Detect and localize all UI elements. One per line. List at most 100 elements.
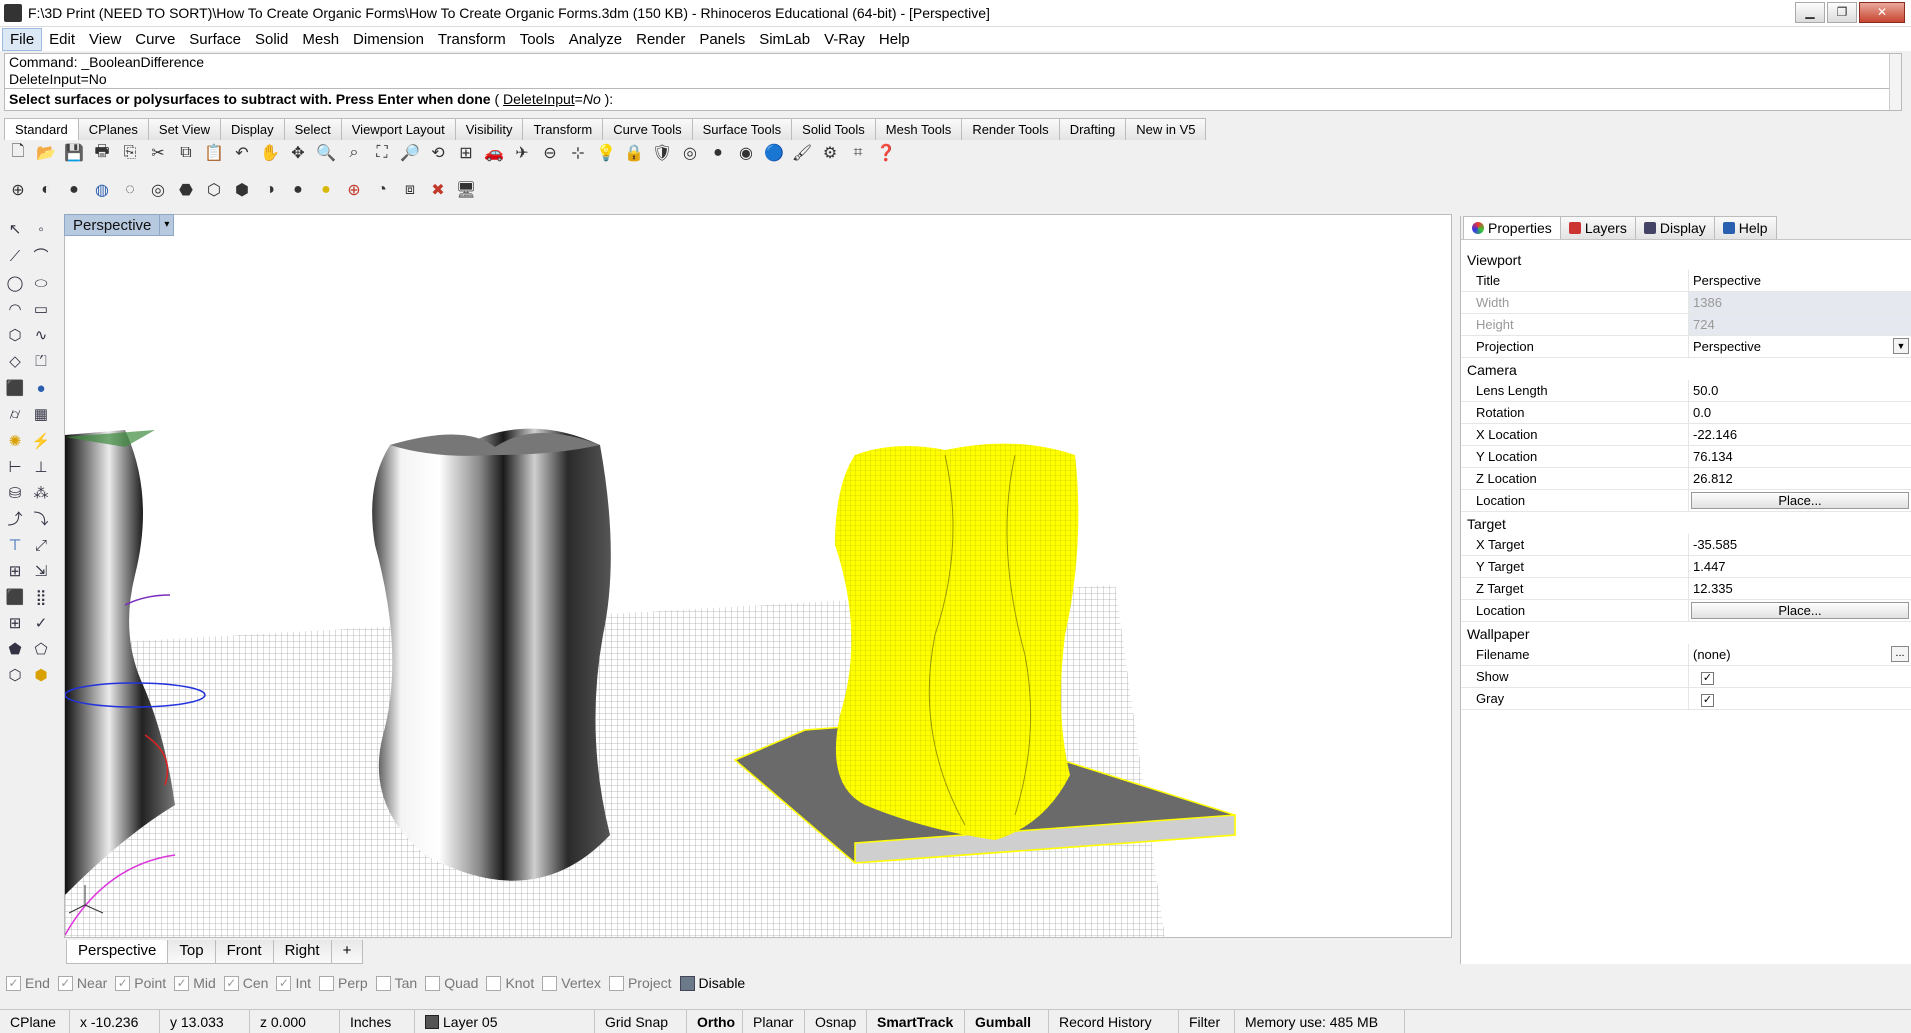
point-icon[interactable]: ◦ [28,217,54,243]
osnap-icon[interactable]: ⊹ [566,141,590,165]
menu-analyze[interactable]: Analyze [562,29,629,50]
extrude-icon[interactable]: ⏍ [28,349,54,375]
rendered-icon[interactable]: ● [62,178,86,202]
viewport-title[interactable]: Perspective ▾ [64,214,175,236]
xray-icon[interactable]: ◌ [118,178,142,202]
middle-vase-object[interactable] [372,428,611,881]
menu-simlab[interactable]: SimLab [752,29,817,50]
ellipse-icon[interactable]: ⬭ [28,270,54,296]
camera-place-button[interactable]: Place... [1691,492,1909,509]
rendered-sphere-icon[interactable]: 🔵 [762,141,786,165]
rectangle-icon[interactable]: ▭ [28,296,54,322]
open-folder-icon[interactable]: 📂 [34,141,58,165]
annotation-icon[interactable]: ⊥ [28,454,54,480]
tab-surface-tools[interactable]: Surface Tools [691,118,793,140]
show-checkbox[interactable]: ✓ [1701,672,1714,685]
osnap-toggle[interactable]: Osnap [805,1010,867,1033]
array-icon[interactable]: ⣿ [28,584,54,610]
pan-hand-icon[interactable]: ✋ [258,141,282,165]
viewport-name[interactable]: Perspective [64,214,161,236]
tab-curve-tools[interactable]: Curve Tools [602,118,693,140]
tab-right[interactable]: Right [272,940,332,964]
freeform-icon[interactable]: ∿ [28,322,54,348]
ortho-toggle[interactable]: Ortho [687,1010,743,1033]
tab-mesh-tools[interactable]: Mesh Tools [874,118,963,140]
tab-properties[interactable]: Properties [1463,216,1561,239]
osnap-end[interactable]: ✓ End [6,975,50,991]
vray-camera-icon[interactable]: ◔ [370,178,394,202]
render-object-icon[interactable]: ⬡ [2,662,28,688]
osnap-project[interactable]: Project [608,975,672,991]
tab-top[interactable]: Top [167,940,216,964]
color-wheel-icon[interactable]: ◎ [678,141,702,165]
viewport-scene[interactable] [65,215,1452,938]
undo-icon[interactable]: ↶ [230,141,254,165]
wireframe-icon[interactable]: ⊕ [6,178,30,202]
blend-icon[interactable]: ⤵ [28,506,54,532]
osnap-near[interactable]: ✓ Near [57,975,107,991]
rotation-field[interactable]: 0.0 [1688,402,1911,423]
z-location-field[interactable]: 26.812 [1688,468,1911,489]
vray-proxy-icon[interactable]: ⧈ [398,178,422,202]
restore-button[interactable]: ❐ [1827,2,1857,23]
material-icon[interactable]: 🛡 [650,141,674,165]
save-icon[interactable]: 💾 [62,141,86,165]
tab-cplanes[interactable]: CPlanes [77,118,149,140]
explode-icon[interactable]: ⊞ [2,558,28,584]
menu-help[interactable]: Help [872,29,917,50]
record-history-toggle[interactable]: Record History [1049,1010,1179,1033]
layer-indicator[interactable]: Layer 05 [415,1010,595,1033]
tab-solid-tools[interactable]: Solid Tools [791,118,876,140]
tab-visibility[interactable]: Visibility [454,118,524,140]
box-icon[interactable]: ⬛ [2,375,28,401]
grid-icon[interactable]: ⊞ [2,610,28,636]
menu-curve[interactable]: Curve [128,29,182,50]
tab-layers[interactable]: Layers [1559,216,1636,239]
paste-icon[interactable]: 📋 [202,141,226,165]
solid-box-icon[interactable]: ⬛ [2,584,28,610]
menu-view[interactable]: View [82,29,128,50]
polyline-icon[interactable]: ⟋ [2,244,28,270]
menu-mesh[interactable]: Mesh [295,29,346,50]
render-sphere-icon[interactable]: ● [706,141,730,165]
zoom-icon[interactable]: 🔍 [314,141,338,165]
help-icon[interactable]: ❓ [874,141,898,165]
tab-new-in-v5[interactable]: New in V5 [1125,118,1207,140]
menu-transform[interactable]: Transform [431,29,513,50]
arc-icon[interactable]: ◠ [2,296,28,322]
target-place-button[interactable]: Place... [1691,602,1909,619]
arctic-icon[interactable]: ⬢ [230,178,254,202]
lens-length-field[interactable]: 50.0 [1688,380,1911,401]
vray-frame-buffer-icon[interactable]: 🖥 [454,178,478,202]
spotlight-icon[interactable]: ⚡ [28,428,54,454]
surface-icon[interactable]: ◇ [2,348,28,374]
vray-remove-icon[interactable]: ✖ [426,178,450,202]
osnap-disable[interactable]: Disable [679,975,745,991]
tab-viewport-layout[interactable]: Viewport Layout [340,118,456,140]
menu-file[interactable]: File [2,27,43,51]
fillet-icon[interactable]: ⤴ [2,506,28,532]
tab-display[interactable]: Display [219,118,285,140]
plane-icon[interactable]: ✈ [510,141,534,165]
command-scrollbar[interactable] [1889,54,1901,110]
tab-standard[interactable]: Standard [4,118,79,140]
check-icon[interactable]: ✓ [28,610,54,636]
zoom-extents-icon[interactable]: ⛶ [370,141,394,165]
tab-render-tools[interactable]: Render Tools [961,118,1060,140]
tab-drafting[interactable]: Drafting [1058,118,1127,140]
tab-set-view[interactable]: Set View [147,118,221,140]
osnap-vertex[interactable]: Vertex [542,975,601,991]
z-target-field[interactable]: 12.335 [1688,578,1911,599]
projection-select[interactable]: Perspective ▼ [1688,336,1911,357]
add-viewport-tab[interactable]: + [330,940,364,964]
zoom-selected-icon[interactable]: 🔎 [398,141,422,165]
sphere-icon[interactable]: ● [28,375,54,401]
menu-surface[interactable]: Surface [182,29,248,50]
vray-sphere-icon[interactable]: ◑ [258,178,282,202]
pan-icon[interactable]: ✥ [286,141,310,165]
menu-render[interactable]: Render [629,29,692,50]
osnap-knot[interactable]: Knot [486,975,534,991]
technical-icon[interactable]: ◎ [146,178,170,202]
rhino-app-icon[interactable] [4,4,22,22]
menu-tools[interactable]: Tools [513,29,562,50]
